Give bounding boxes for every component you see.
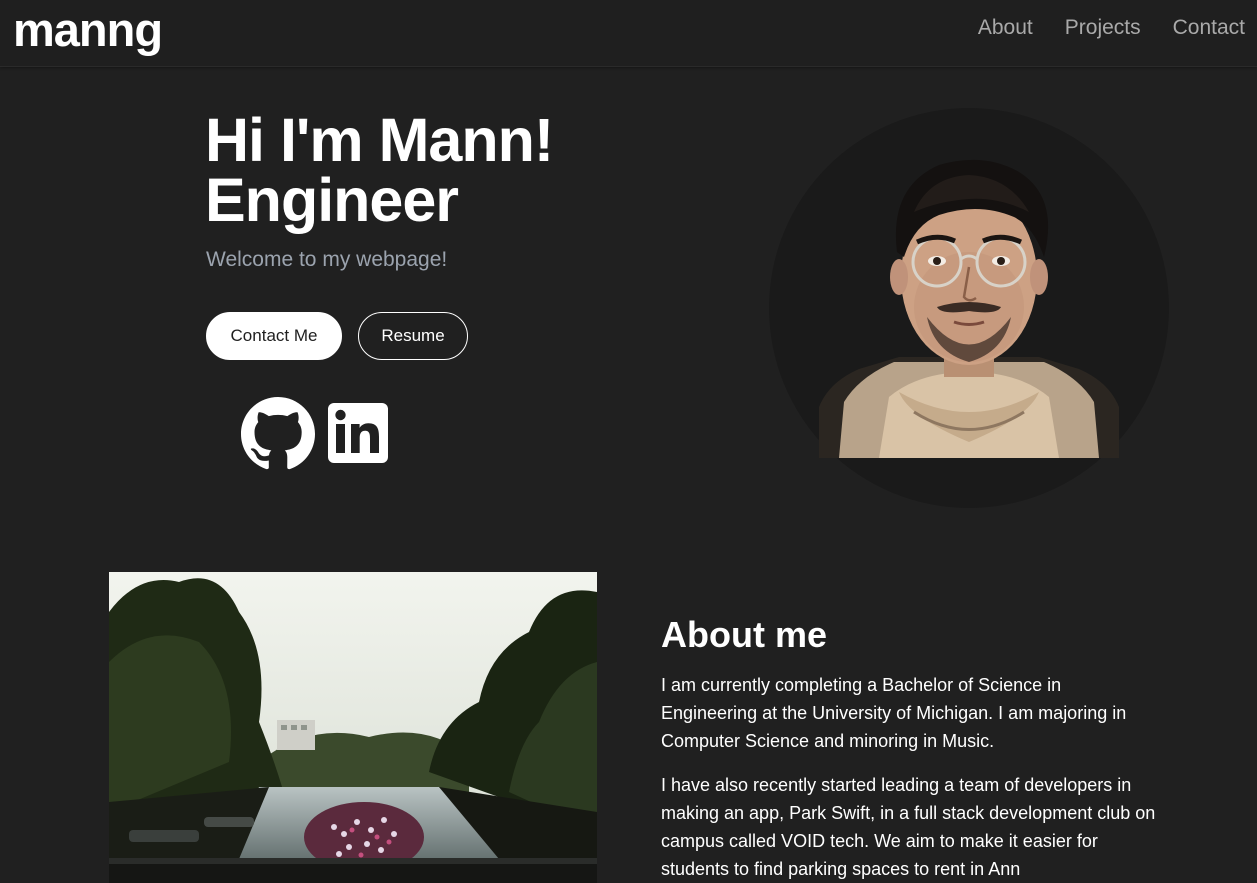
github-icon[interactable] [241,397,315,471]
navbar: manng About Projects Contact [0,0,1257,67]
resume-button[interactable]: Resume [358,312,468,360]
nav-link-projects[interactable]: Projects [1065,14,1141,42]
nav-link-about[interactable]: About [978,14,1033,42]
brand-logo[interactable]: manng [13,2,163,58]
about-title: About me [661,614,827,655]
hero-subtitle: Welcome to my webpage! [206,248,448,271]
nav-links: About Projects Contact [978,14,1245,42]
linkedin-icon[interactable] [328,403,388,463]
about-paragraph-2: I have also recently started leading a t… [661,775,1156,879]
avatar-illustration [819,157,1119,458]
hero-title-line-1: Hi I'm Mann! [205,106,554,174]
hero-title: Hi I'm Mann! Engineer [205,106,554,234]
about-photo [109,572,597,883]
about-paragraph-1: I am currently completing a Bachelor of … [661,675,1127,751]
nav-link-contact[interactable]: Contact [1173,14,1245,42]
contact-me-button[interactable]: Contact Me [206,312,342,360]
hero-title-line-2: Engineer [205,166,459,234]
